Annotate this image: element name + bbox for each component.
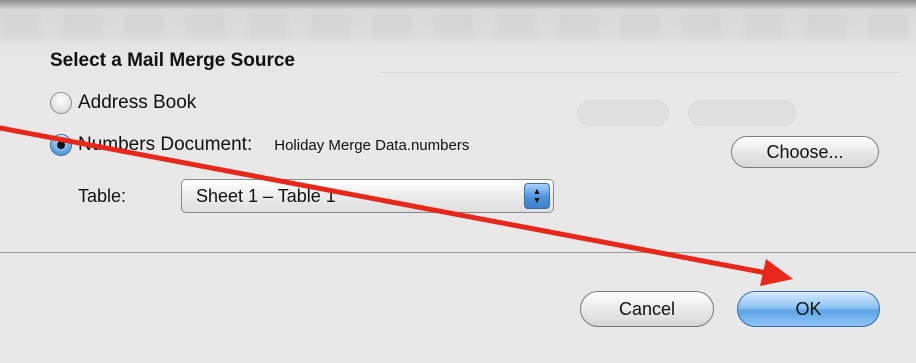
annotation-arrow-icon <box>0 125 793 286</box>
mail-merge-sheet: Select a Mail Merge Source Address Book … <box>0 0 916 363</box>
